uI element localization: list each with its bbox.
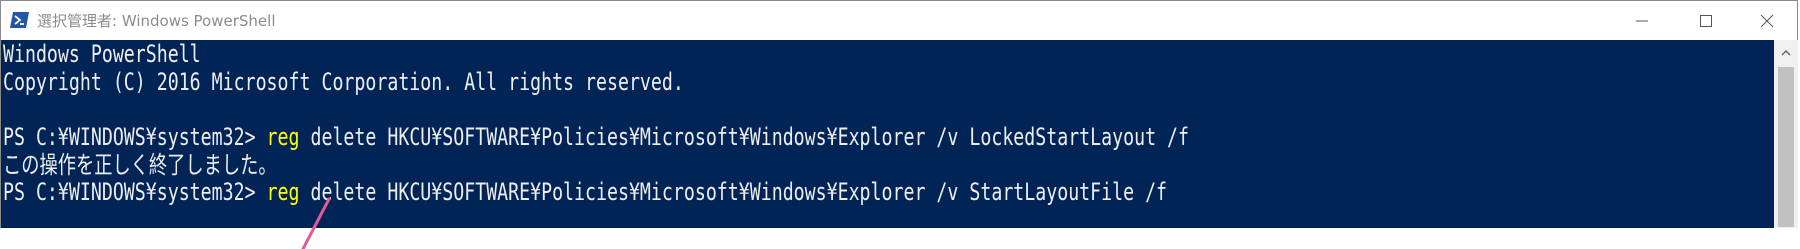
scroll-up-button[interactable]: [1774, 40, 1798, 64]
prompt: PS C:¥WINDOWS¥system32>: [3, 123, 267, 151]
window-title: 選択管理者: Windows PowerShell: [37, 12, 276, 30]
title-bar[interactable]: 選択管理者: Windows PowerShell: [1, 1, 1797, 40]
command-keyword: reg: [266, 123, 300, 151]
minimize-icon: [1636, 20, 1648, 21]
chevron-up-icon: [1781, 49, 1791, 55]
console-output[interactable]: Windows PowerShell Copyright (C) 2016 Mi…: [1, 40, 1774, 228]
console-line-command-2: PS C:¥WINDOWS¥system32> reg delete HKCU¥…: [3, 178, 1167, 206]
powershell-icon: [10, 12, 29, 28]
prompt: PS C:¥WINDOWS¥system32>: [3, 178, 267, 206]
maximize-button[interactable]: [1676, 1, 1736, 40]
command-keyword: reg: [266, 178, 300, 206]
powershell-window: 選択管理者: Windows PowerShell Windows PowerS…: [0, 0, 1798, 228]
maximize-icon: [1700, 14, 1712, 27]
vertical-scrollbar[interactable]: [1774, 40, 1798, 228]
close-icon: [1760, 14, 1774, 27]
console-line-header: Windows PowerShell: [3, 40, 201, 68]
command-args: delete HKCU¥SOFTWARE¥Policies¥Microsoft¥…: [299, 123, 1190, 151]
minimize-button[interactable]: [1612, 1, 1672, 40]
console-line-success: この操作を正しく終了しました。: [3, 151, 277, 179]
scroll-thumb[interactable]: [1778, 67, 1794, 227]
console-line-command-1: PS C:¥WINDOWS¥system32> reg delete HKCU¥…: [3, 123, 1189, 151]
command-args: delete HKCU¥SOFTWARE¥Policies¥Microsoft¥…: [299, 178, 1168, 206]
close-button[interactable]: [1737, 1, 1797, 40]
console-line-copyright: Copyright (C) 2016 Microsoft Corporation…: [3, 68, 684, 96]
